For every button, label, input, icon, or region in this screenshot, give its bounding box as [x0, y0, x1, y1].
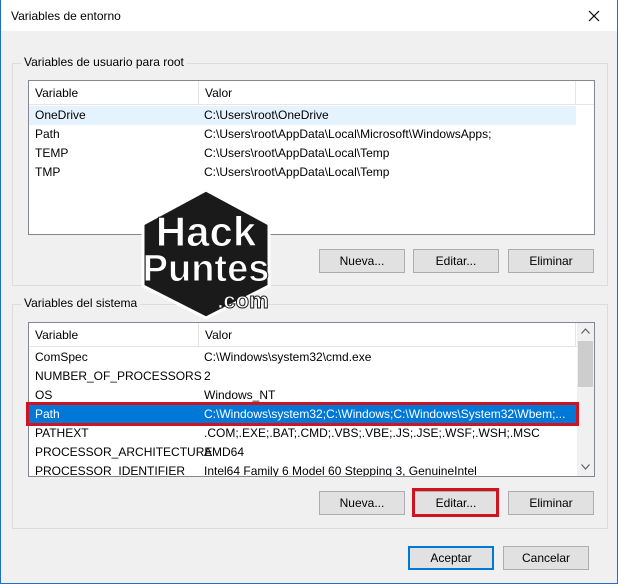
user-variables-title: Variables de usuario para root	[21, 55, 187, 69]
variable-value: C:\Windows\system32\cmd.exe	[204, 350, 372, 364]
system-variables-title: Variables del sistema	[21, 296, 141, 310]
list-item[interactable]: TEMP C:\Users\root\AppData\Local\Temp	[29, 144, 576, 163]
variable-value: C:\Users\root\AppData\Local\Microsoft\Wi…	[204, 127, 492, 141]
system-variables-header: Variable Valor	[29, 323, 594, 347]
variable-name: Path	[35, 407, 60, 421]
column-header-variable[interactable]: Variable	[29, 323, 199, 347]
variable-value: C:\Windows\system32;C:\Windows;C:\Window…	[204, 407, 566, 421]
column-header-value[interactable]: Valor	[199, 81, 576, 105]
variable-value: .COM;.EXE;.BAT;.CMD;.VBS;.VBE;.JS;.JSE;.…	[204, 426, 540, 440]
variable-name: OneDrive	[35, 108, 86, 122]
list-item[interactable]: PATHEXT .COM;.EXE;.BAT;.CMD;.VBS;.VBE;.J…	[29, 424, 576, 443]
list-item[interactable]: OneDrive C:\Users\root\OneDrive	[29, 106, 576, 125]
window-title: Variables de entorno	[11, 9, 121, 23]
variable-value: C:\Users\root\AppData\Local\Temp	[204, 146, 390, 160]
list-item[interactable]: NUMBER_OF_PROCESSORS 2	[29, 367, 576, 386]
column-header-variable[interactable]: Variable	[29, 81, 199, 105]
scroll-thumb[interactable]	[578, 341, 593, 387]
title-bar[interactable]: Variables de entorno	[1, 0, 617, 31]
list-item[interactable]: Path C:\Users\root\AppData\Local\Microso…	[29, 125, 576, 144]
variable-value: C:\Users\root\AppData\Local\Temp	[204, 165, 390, 179]
system-delete-button[interactable]: Eliminar	[508, 491, 594, 515]
system-variables-list[interactable]: Variable Valor ComSpec C:\Windows\system…	[28, 322, 595, 477]
variable-name: TEMP	[35, 146, 69, 160]
column-header-value[interactable]: Valor	[199, 323, 576, 347]
variable-name: PROCESSOR_ARCHITECTURE	[35, 445, 213, 459]
user-edit-button[interactable]: Editar...	[413, 249, 499, 273]
close-button[interactable]	[571, 0, 617, 31]
list-item[interactable]: OS Windows_NT	[29, 386, 576, 405]
vertical-scrollbar[interactable]	[577, 323, 594, 476]
scroll-up-icon[interactable]	[581, 328, 590, 334]
user-variables-header: Variable Valor	[29, 81, 594, 105]
list-item-selected[interactable]: Path C:\Windows\system32;C:\Windows;C:\W…	[29, 405, 576, 424]
list-item[interactable]: ComSpec C:\Windows\system32\cmd.exe	[29, 348, 576, 367]
variable-name: PROCESSOR_IDENTIFIER	[35, 464, 186, 477]
user-variables-list[interactable]: Variable Valor OneDrive C:\Users\root\On…	[28, 80, 595, 235]
list-item[interactable]: TMP C:\Users\root\AppData\Local\Temp	[29, 163, 576, 182]
variable-name: PATHEXT	[35, 426, 89, 440]
user-new-button[interactable]: Nueva...	[319, 249, 405, 273]
variable-value: Intel64 Family 6 Model 60 Stepping 3, Ge…	[204, 464, 477, 477]
system-edit-button[interactable]: Editar...	[413, 491, 499, 515]
scroll-down-icon[interactable]	[581, 464, 590, 470]
variable-name: NUMBER_OF_PROCESSORS	[35, 369, 202, 383]
environment-variables-dialog: Variables de entorno Variables de usuari…	[0, 0, 618, 584]
system-new-button[interactable]: Nueva...	[319, 491, 405, 515]
accept-button[interactable]: Aceptar	[408, 546, 494, 570]
variable-value: C:\Users\root\OneDrive	[204, 108, 329, 122]
list-item[interactable]: PROCESSOR_ARCHITECTURE AMD64	[29, 443, 576, 462]
variable-value: 2	[204, 369, 211, 383]
variable-name: ComSpec	[35, 350, 88, 364]
variable-name: TMP	[35, 165, 61, 179]
close-icon	[588, 10, 600, 21]
user-delete-button[interactable]: Eliminar	[508, 249, 594, 273]
variable-value: Windows_NT	[204, 388, 276, 402]
variable-name: Path	[35, 127, 60, 141]
variable-value: AMD64	[204, 445, 245, 459]
variable-name: OS	[35, 388, 53, 402]
cancel-button[interactable]: Cancelar	[503, 546, 589, 570]
list-item[interactable]: PROCESSOR_IDENTIFIER Intel64 Family 6 Mo…	[29, 462, 576, 477]
